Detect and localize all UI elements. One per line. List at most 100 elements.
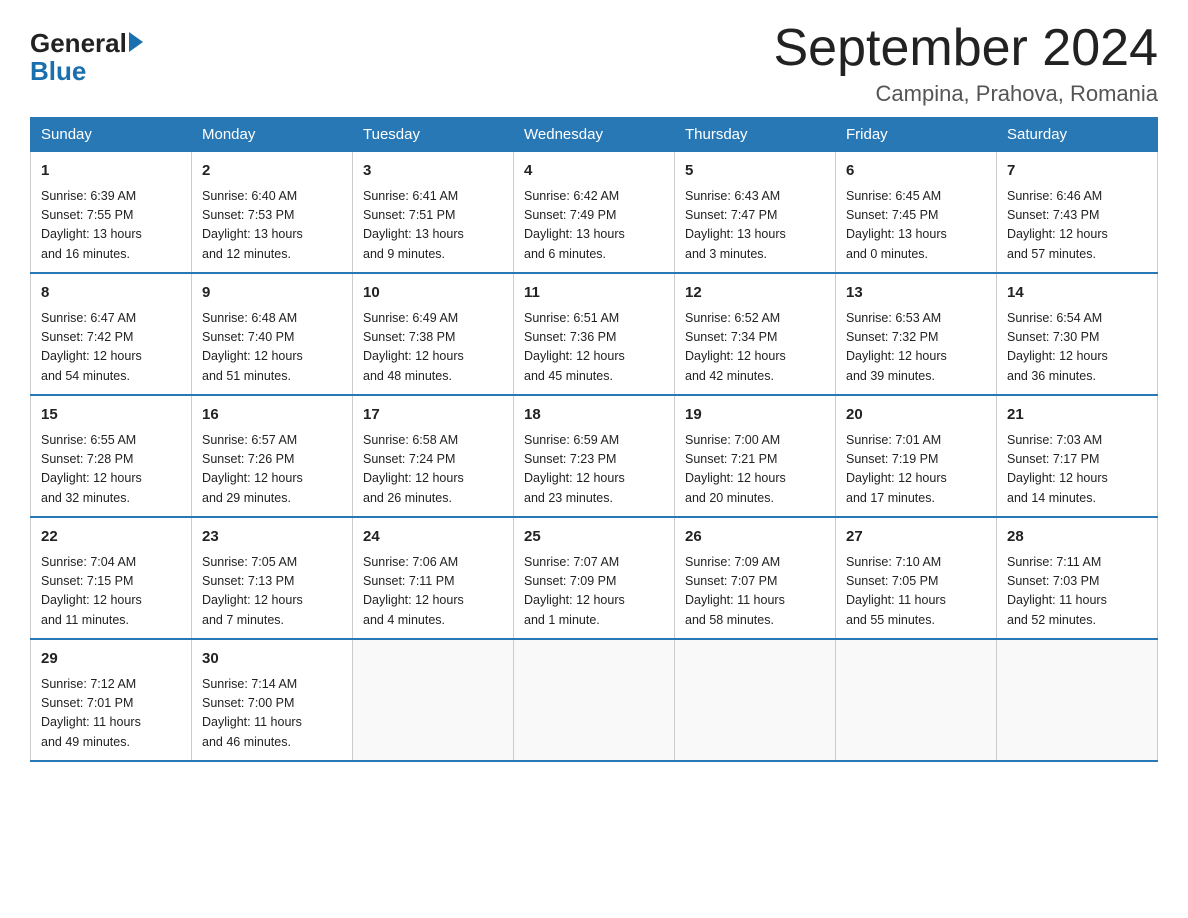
calendar-cell: 5 Sunrise: 6:43 AM Sunset: 7:47 PM Daylig…: [675, 152, 836, 274]
day-number: 3: [363, 160, 503, 183]
day-info: Sunrise: 6:43 AM Sunset: 7:47 PM Dayligh…: [685, 187, 825, 265]
calendar-cell: 26 Sunrise: 7:09 AM Sunset: 7:07 PM Dayli…: [675, 517, 836, 639]
day-info: Sunrise: 6:53 AM Sunset: 7:32 PM Dayligh…: [846, 309, 986, 387]
location-subtitle: Campina, Prahova, Romania: [774, 81, 1159, 107]
day-number: 5: [685, 160, 825, 183]
day-number: 21: [1007, 404, 1147, 427]
calendar-header-wednesday: Wednesday: [514, 118, 675, 152]
logo-blue-text: Blue: [30, 56, 86, 87]
day-number: 6: [846, 160, 986, 183]
calendar-cell: 19Sunrise: 7:00 AM Sunset: 7:21 PM Dayli…: [675, 395, 836, 517]
day-info: Sunrise: 6:51 AM Sunset: 7:36 PM Dayligh…: [524, 309, 664, 387]
day-info: Sunrise: 6:57 AM Sunset: 7:26 PM Dayligh…: [202, 431, 342, 509]
day-info: Sunrise: 6:58 AM Sunset: 7:24 PM Dayligh…: [363, 431, 503, 509]
day-info: Sunrise: 7:07 AM Sunset: 7:09 PM Dayligh…: [524, 553, 664, 631]
day-number: 26: [685, 526, 825, 549]
calendar-cell: 1 Sunrise: 6:39 AM Sunset: 7:55 PM Daylig…: [31, 152, 192, 274]
day-info: Sunrise: 7:01 AM Sunset: 7:19 PM Dayligh…: [846, 431, 986, 509]
day-number: 2: [202, 160, 342, 183]
day-info: Sunrise: 7:04 AM Sunset: 7:15 PM Dayligh…: [41, 553, 181, 631]
day-info: Sunrise: 6:52 AM Sunset: 7:34 PM Dayligh…: [685, 309, 825, 387]
day-info: Sunrise: 6:40 AM Sunset: 7:53 PM Dayligh…: [202, 187, 342, 265]
day-number: 24: [363, 526, 503, 549]
calendar-week-row: 22 Sunrise: 7:04 AM Sunset: 7:15 PM Dayli…: [31, 517, 1158, 639]
day-info: Sunrise: 6:54 AM Sunset: 7:30 PM Dayligh…: [1007, 309, 1147, 387]
day-number: 9: [202, 282, 342, 305]
day-number: 13: [846, 282, 986, 305]
calendar-cell: 10Sunrise: 6:49 AM Sunset: 7:38 PM Dayli…: [353, 273, 514, 395]
calendar-header-sunday: Sunday: [31, 118, 192, 152]
calendar-header-tuesday: Tuesday: [353, 118, 514, 152]
day-number: 17: [363, 404, 503, 427]
calendar-week-row: 1 Sunrise: 6:39 AM Sunset: 7:55 PM Daylig…: [31, 152, 1158, 274]
month-year-title: September 2024: [774, 20, 1159, 77]
day-info: Sunrise: 6:55 AM Sunset: 7:28 PM Dayligh…: [41, 431, 181, 509]
logo-general-text: General: [30, 30, 127, 56]
day-info: Sunrise: 6:42 AM Sunset: 7:49 PM Dayligh…: [524, 187, 664, 265]
day-info: Sunrise: 6:46 AM Sunset: 7:43 PM Dayligh…: [1007, 187, 1147, 265]
day-info: Sunrise: 6:45 AM Sunset: 7:45 PM Dayligh…: [846, 187, 986, 265]
day-number: 8: [41, 282, 181, 305]
calendar-header-row: SundayMondayTuesdayWednesdayThursdayFrid…: [31, 118, 1158, 152]
calendar-cell: 13 Sunrise: 6:53 AM Sunset: 7:32 PM Dayli…: [836, 273, 997, 395]
day-number: 20: [846, 404, 986, 427]
calendar-cell: 12 Sunrise: 6:52 AM Sunset: 7:34 PM Dayli…: [675, 273, 836, 395]
day-info: Sunrise: 7:11 AM Sunset: 7:03 PM Dayligh…: [1007, 553, 1147, 631]
day-number: 22: [41, 526, 181, 549]
calendar-cell: 20 Sunrise: 7:01 AM Sunset: 7:19 PM Dayli…: [836, 395, 997, 517]
calendar-header-saturday: Saturday: [997, 118, 1158, 152]
calendar-cell: 7 Sunrise: 6:46 AM Sunset: 7:43 PM Daylig…: [997, 152, 1158, 274]
calendar-week-row: 29Sunrise: 7:12 AM Sunset: 7:01 PM Dayli…: [31, 639, 1158, 761]
calendar-cell: 25 Sunrise: 7:07 AM Sunset: 7:09 PM Dayli…: [514, 517, 675, 639]
calendar-table: SundayMondayTuesdayWednesdayThursdayFrid…: [30, 117, 1158, 762]
day-number: 18: [524, 404, 664, 427]
day-number: 14: [1007, 282, 1147, 305]
day-info: Sunrise: 7:06 AM Sunset: 7:11 PM Dayligh…: [363, 553, 503, 631]
calendar-cell: 30 Sunrise: 7:14 AM Sunset: 7:00 PM Dayli…: [192, 639, 353, 761]
calendar-cell: 14 Sunrise: 6:54 AM Sunset: 7:30 PM Dayli…: [997, 273, 1158, 395]
day-number: 12: [685, 282, 825, 305]
calendar-cell: [836, 639, 997, 761]
calendar-header-thursday: Thursday: [675, 118, 836, 152]
day-info: Sunrise: 7:00 AM Sunset: 7:21 PM Dayligh…: [685, 431, 825, 509]
calendar-cell: 2 Sunrise: 6:40 AM Sunset: 7:53 PM Daylig…: [192, 152, 353, 274]
calendar-cell: [514, 639, 675, 761]
day-info: Sunrise: 7:09 AM Sunset: 7:07 PM Dayligh…: [685, 553, 825, 631]
calendar-cell: 16 Sunrise: 6:57 AM Sunset: 7:26 PM Dayli…: [192, 395, 353, 517]
calendar-cell: 23Sunrise: 7:05 AM Sunset: 7:13 PM Dayli…: [192, 517, 353, 639]
calendar-header-monday: Monday: [192, 118, 353, 152]
day-number: 15: [41, 404, 181, 427]
calendar-cell: 22 Sunrise: 7:04 AM Sunset: 7:15 PM Dayli…: [31, 517, 192, 639]
day-info: Sunrise: 6:48 AM Sunset: 7:40 PM Dayligh…: [202, 309, 342, 387]
day-number: 1: [41, 160, 181, 183]
day-info: Sunrise: 7:14 AM Sunset: 7:00 PM Dayligh…: [202, 675, 342, 753]
page-header: General Blue September 2024 Campina, Pra…: [30, 20, 1158, 107]
day-number: 27: [846, 526, 986, 549]
calendar-cell: [997, 639, 1158, 761]
calendar-week-row: 8 Sunrise: 6:47 AM Sunset: 7:42 PM Daylig…: [31, 273, 1158, 395]
calendar-cell: [353, 639, 514, 761]
day-number: 4: [524, 160, 664, 183]
day-number: 25: [524, 526, 664, 549]
calendar-cell: 21 Sunrise: 7:03 AM Sunset: 7:17 PM Dayli…: [997, 395, 1158, 517]
day-number: 7: [1007, 160, 1147, 183]
calendar-cell: 29Sunrise: 7:12 AM Sunset: 7:01 PM Dayli…: [31, 639, 192, 761]
day-number: 30: [202, 648, 342, 671]
calendar-week-row: 15 Sunrise: 6:55 AM Sunset: 7:28 PM Dayli…: [31, 395, 1158, 517]
calendar-cell: 17 Sunrise: 6:58 AM Sunset: 7:24 PM Dayli…: [353, 395, 514, 517]
logo-arrow-icon: [129, 32, 143, 52]
day-info: Sunrise: 6:39 AM Sunset: 7:55 PM Dayligh…: [41, 187, 181, 265]
day-info: Sunrise: 6:49 AM Sunset: 7:38 PM Dayligh…: [363, 309, 503, 387]
day-info: Sunrise: 6:59 AM Sunset: 7:23 PM Dayligh…: [524, 431, 664, 509]
logo: General Blue: [30, 30, 143, 87]
calendar-cell: 24 Sunrise: 7:06 AM Sunset: 7:11 PM Dayli…: [353, 517, 514, 639]
day-info: Sunrise: 7:03 AM Sunset: 7:17 PM Dayligh…: [1007, 431, 1147, 509]
calendar-cell: 4 Sunrise: 6:42 AM Sunset: 7:49 PM Daylig…: [514, 152, 675, 274]
calendar-cell: 3Sunrise: 6:41 AM Sunset: 7:51 PM Daylig…: [353, 152, 514, 274]
calendar-cell: 9 Sunrise: 6:48 AM Sunset: 7:40 PM Daylig…: [192, 273, 353, 395]
day-number: 29: [41, 648, 181, 671]
title-block: September 2024 Campina, Prahova, Romania: [774, 20, 1159, 107]
day-number: 16: [202, 404, 342, 427]
day-info: Sunrise: 6:47 AM Sunset: 7:42 PM Dayligh…: [41, 309, 181, 387]
calendar-cell: 8 Sunrise: 6:47 AM Sunset: 7:42 PM Daylig…: [31, 273, 192, 395]
